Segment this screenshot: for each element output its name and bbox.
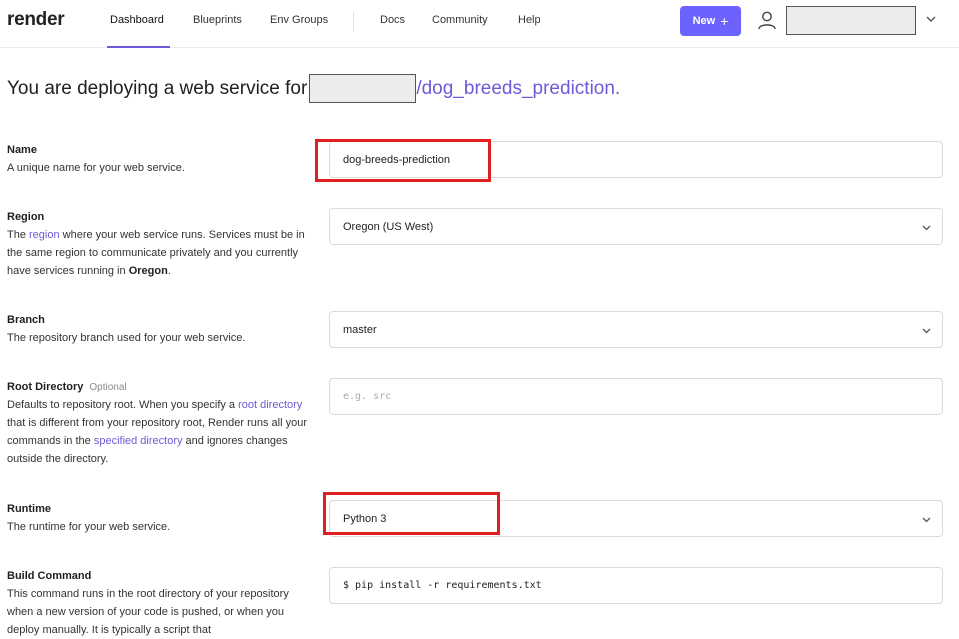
- user-icon[interactable]: [756, 9, 778, 31]
- nav-community[interactable]: Community: [432, 14, 488, 26]
- build-command-label: Build Command: [7, 570, 92, 582]
- new-button-label: New: [692, 15, 716, 27]
- chevron-down-icon: [922, 225, 931, 231]
- chevron-down-icon: [922, 517, 931, 523]
- branch-label: Branch: [7, 314, 45, 326]
- new-button[interactable]: New +: [680, 6, 741, 36]
- repo-link[interactable]: /dog_breeds_prediction.: [416, 78, 620, 100]
- page-title-prefix: You are deploying a web service for: [7, 77, 308, 99]
- active-tab-indicator: [107, 46, 170, 48]
- name-label: Name: [7, 144, 37, 156]
- region-link[interactable]: region: [29, 229, 60, 241]
- owner-name-redacted: [309, 74, 417, 103]
- root-directory-description: Defaults to repository root. When you sp…: [7, 399, 307, 465]
- build-command-description: This command runs in the root directory …: [7, 588, 289, 636]
- top-nav: render Dashboard Blueprints Env Groups D…: [0, 0, 959, 48]
- chevron-down-icon[interactable]: [925, 13, 937, 25]
- runtime-select[interactable]: Python 3: [329, 500, 943, 537]
- region-select[interactable]: Oregon (US West): [329, 208, 943, 245]
- account-name-redacted[interactable]: [786, 6, 916, 35]
- plus-icon: +: [720, 13, 729, 29]
- current-region: Oregon: [128, 265, 168, 277]
- nav-docs[interactable]: Docs: [380, 14, 405, 26]
- root-directory-label: Root Directory Optional: [7, 381, 127, 393]
- nav-help[interactable]: Help: [518, 14, 541, 26]
- name-field[interactable]: [329, 141, 943, 178]
- branch-selected-value: master: [343, 323, 377, 336]
- optional-tag: Optional: [89, 382, 127, 393]
- region-selected-value: Oregon (US West): [343, 220, 434, 233]
- runtime-description: The runtime for your web service.: [7, 521, 171, 533]
- name-description: A unique name for your web service.: [7, 162, 185, 174]
- specified-directory-link[interactable]: specified directory: [94, 435, 183, 447]
- branch-description: The repository branch used for your web …: [7, 332, 246, 344]
- nav-divider: [353, 12, 354, 32]
- root-directory-link[interactable]: root directory: [238, 399, 302, 411]
- nav-env-groups[interactable]: Env Groups: [270, 14, 328, 26]
- chevron-down-icon: [922, 328, 931, 334]
- name-input[interactable]: [343, 142, 942, 177]
- region-description: The region where your web service runs. …: [7, 229, 305, 277]
- nav-blueprints[interactable]: Blueprints: [193, 14, 242, 26]
- root-directory-input[interactable]: [343, 379, 942, 414]
- runtime-selected-value: Python 3: [343, 512, 387, 525]
- page-title: You are deploying a web service for /dog…: [7, 74, 620, 103]
- build-command-field[interactable]: [329, 567, 943, 604]
- branch-select[interactable]: master: [329, 311, 943, 348]
- root-directory-field[interactable]: [329, 378, 943, 415]
- runtime-label: Runtime: [7, 503, 51, 515]
- region-label: Region: [7, 211, 45, 223]
- nav-dashboard[interactable]: Dashboard: [110, 14, 164, 26]
- build-command-input[interactable]: [343, 568, 942, 603]
- render-logo[interactable]: render: [7, 9, 65, 31]
